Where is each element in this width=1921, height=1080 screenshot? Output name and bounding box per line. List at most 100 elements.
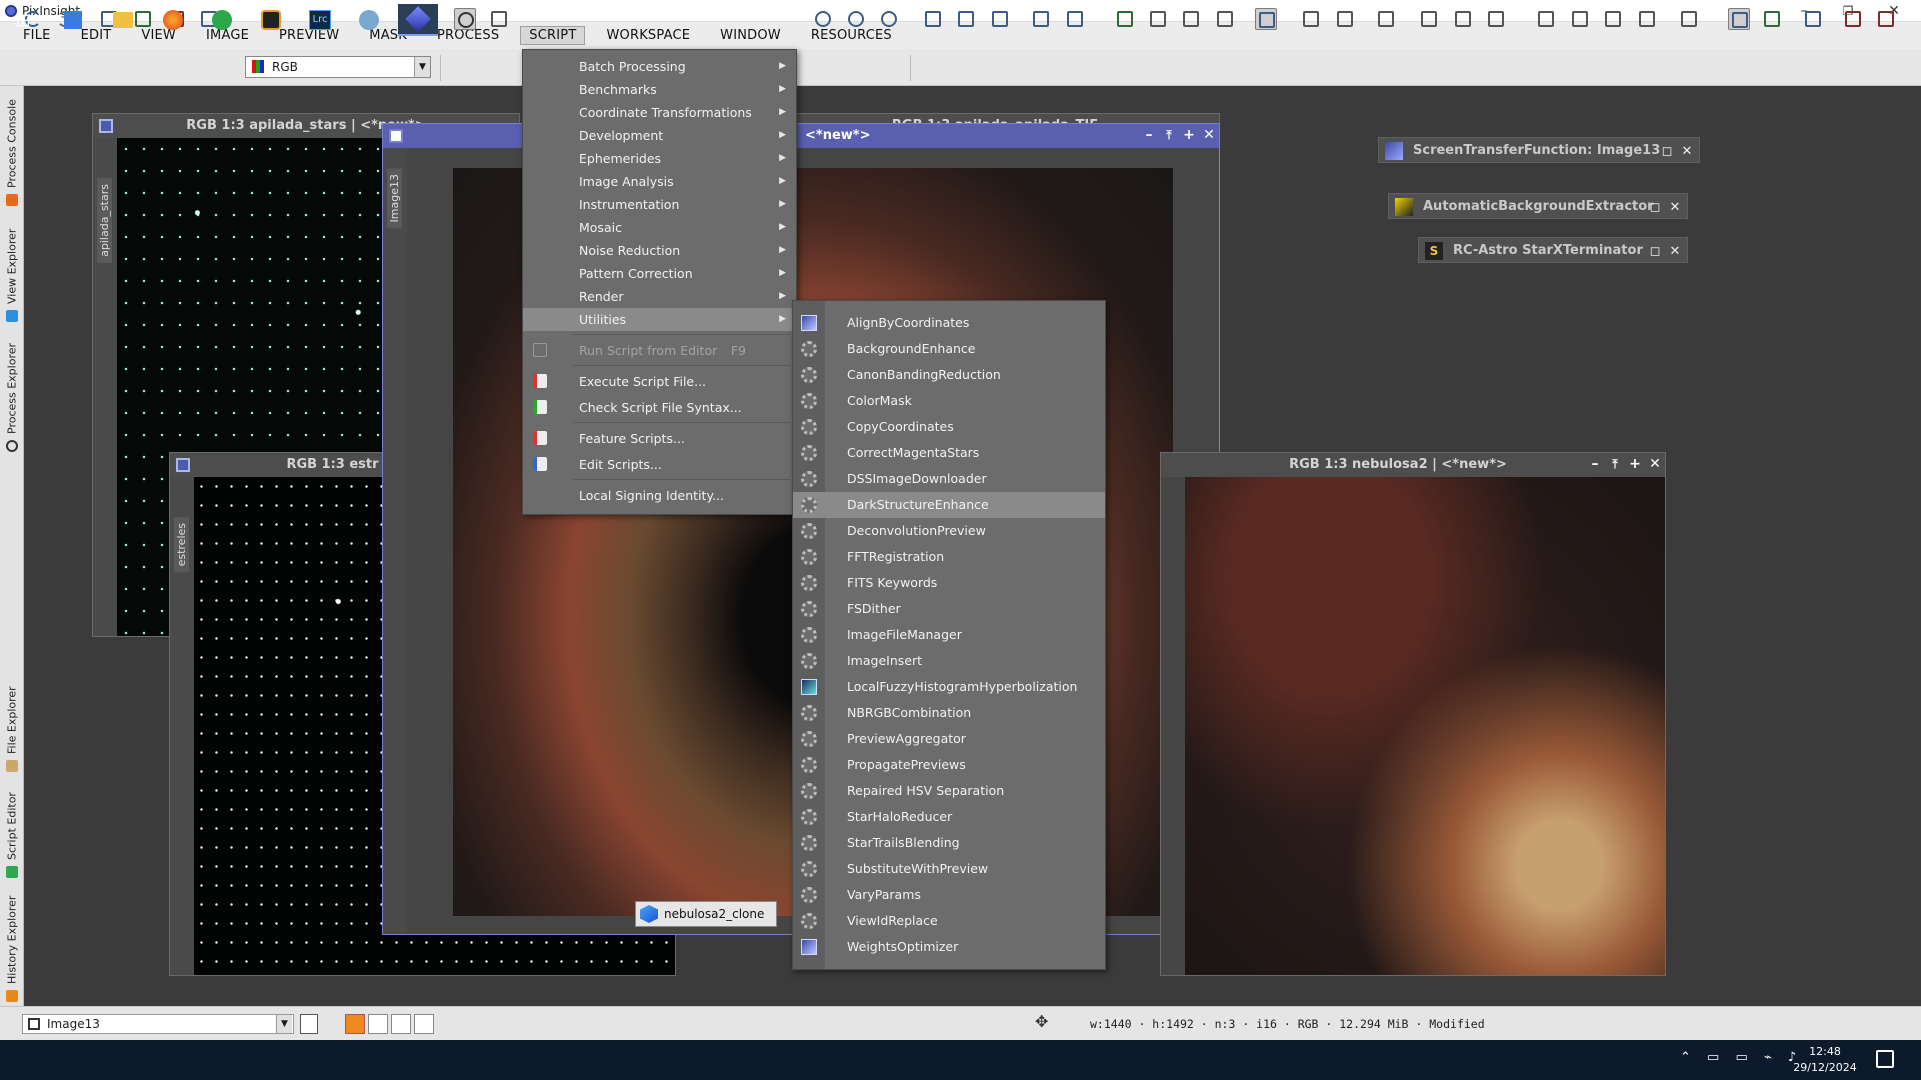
tab-file-explorer[interactable]: File Explorer: [1, 672, 23, 772]
zoom-in-icon[interactable]: [845, 8, 867, 30]
menu-item-development[interactable]: Development ▶: [523, 124, 796, 147]
stf-reset-icon[interactable]: [1334, 8, 1356, 30]
tab-history-explorer[interactable]: History Explorer: [1, 884, 23, 1002]
menu-item-nbrgbcombination[interactable]: NBRGBCombination: [793, 700, 1105, 726]
chevron-down-icon[interactable]: ▼: [276, 1015, 292, 1033]
menu-item-propagatepreviews[interactable]: PropagatePreviews: [793, 752, 1105, 778]
workspace-3-icon[interactable]: [1602, 8, 1624, 30]
menu-item-local-signing-identity[interactable]: Local Signing Identity...: [523, 484, 796, 507]
pixinsight-task-icon[interactable]: [398, 4, 438, 36]
menu-item-edit-scripts[interactable]: Edit Scripts...: [523, 453, 796, 476]
zoom-to-fit-icon[interactable]: [955, 8, 977, 30]
readout-mode-icon[interactable]: [454, 8, 476, 30]
menu-item-image-analysis[interactable]: Image Analysis ▶: [523, 170, 796, 193]
process-icon-close-button[interactable]: ✕: [1667, 239, 1683, 261]
menu-window[interactable]: WINDOW: [711, 26, 790, 45]
menu-item-imageinsert[interactable]: ImageInsert: [793, 648, 1105, 674]
menu-item-weightsoptimizer[interactable]: WeightsOptimizer: [793, 934, 1105, 960]
process-icon-close-button[interactable]: ✕: [1667, 195, 1683, 217]
menu-item-fits-keywords[interactable]: FITS Keywords: [793, 570, 1105, 596]
color-swatch[interactable]: [414, 1014, 434, 1034]
window-shade-button[interactable]: ⤒: [1607, 455, 1623, 473]
process-icon-maximize-button[interactable]: ◻: [1647, 239, 1663, 261]
show-mask-icon[interactable]: [1147, 8, 1169, 30]
process-icon-close-button[interactable]: ✕: [1679, 139, 1695, 161]
new-mask-icon[interactable]: [1114, 8, 1136, 30]
exit-icon[interactable]: [1875, 8, 1897, 30]
menu-item-previewaggregator[interactable]: PreviewAggregator: [793, 726, 1105, 752]
menu-item-pattern-correction[interactable]: Pattern Correction ▶: [523, 262, 796, 285]
pan-mode-icon[interactable]: [488, 8, 510, 30]
lightroom-icon[interactable]: Lrc: [300, 4, 340, 36]
menu-item-coordinate-transformations[interactable]: Coordinate Transformations ▶: [523, 101, 796, 124]
view-id-tab[interactable]: Image13: [387, 168, 402, 229]
menu-workspace[interactable]: WORKSPACE: [597, 26, 699, 45]
tab-script-editor[interactable]: Script Editor: [1, 778, 23, 878]
mask-color-swatch[interactable]: [345, 1014, 365, 1034]
menu-item-substitutewithpreview[interactable]: SubstituteWithPreview: [793, 856, 1105, 882]
menu-item-benchmarks[interactable]: Benchmarks ▶: [523, 78, 796, 101]
fit-window-icon[interactable]: [989, 8, 1011, 30]
chevron-down-icon[interactable]: ▼: [414, 57, 430, 77]
menu-item-feature-scripts[interactable]: Feature Scripts...: [523, 427, 796, 450]
image-window-nebulosa2[interactable]: RGB 1:3 nebulosa2 | <*new*> – ⤒ + ✕: [1160, 452, 1666, 976]
menu-item-alignbycoordinates[interactable]: AlignByCoordinates: [793, 310, 1105, 336]
process-icon-abe[interactable]: AutomaticBackgroundExtractor ◻ ✕: [1388, 193, 1688, 219]
image-canvas[interactable]: [1185, 477, 1665, 975]
monitor-icon[interactable]: [1728, 8, 1750, 30]
menu-item-varyparams[interactable]: VaryParams: [793, 882, 1105, 908]
tile-icon[interactable]: [1452, 8, 1474, 30]
window-icon[interactable]: [176, 458, 190, 472]
folder-icon[interactable]: [103, 4, 143, 36]
window-icon[interactable]: [389, 129, 403, 143]
remove-mask-icon[interactable]: [1214, 8, 1236, 30]
process-icon-maximize-button[interactable]: ◻: [1647, 195, 1663, 217]
app-green-icon[interactable]: [202, 4, 242, 36]
menu-item-check-script-syntax[interactable]: Check Script File Syntax...: [523, 396, 796, 419]
workspace-4-icon[interactable]: [1636, 8, 1658, 30]
menu-item-deconvolutionpreview[interactable]: DeconvolutionPreview: [793, 518, 1105, 544]
stf-link-icon[interactable]: [1255, 8, 1277, 30]
workspace-2-icon[interactable]: [1569, 8, 1591, 30]
fit-view-icon[interactable]: [922, 8, 944, 30]
preview-mode-button[interactable]: [300, 1014, 318, 1034]
cascade-icon[interactable]: [1485, 8, 1507, 30]
menu-item-canonbandingreduction[interactable]: CanonBandingReduction: [793, 362, 1105, 388]
window-maximize-button[interactable]: +: [1627, 455, 1643, 473]
stf-auto-icon[interactable]: [1300, 8, 1322, 30]
view-selector-combo[interactable]: Image13: [22, 1014, 294, 1034]
color-swatch[interactable]: [391, 1014, 411, 1034]
menu-item-correctmagentastars[interactable]: CorrectMagentaStars: [793, 440, 1105, 466]
menu-item-repaired-hsv-separation[interactable]: Repaired HSV Separation: [793, 778, 1105, 804]
color-swatch[interactable]: [368, 1014, 388, 1034]
close-all-icon[interactable]: [1842, 8, 1864, 30]
menu-item-run-script-from-editor[interactable]: Run Script from Editor F9: [523, 339, 796, 362]
menu-item-startrailsblending[interactable]: StarTrailsBlending: [793, 830, 1105, 856]
window-title[interactable]: <*new*>: [383, 124, 1219, 148]
firefox-icon[interactable]: [153, 4, 193, 36]
menu-item-fftregistration[interactable]: FFTRegistration: [793, 544, 1105, 570]
window-close-button[interactable]: ✕: [1647, 455, 1663, 473]
clock[interactable]: 12:48 29/12/2024: [1790, 1044, 1860, 1076]
system-tray[interactable]: ⌃ ▭ ▭ ⌁ ♪: [1680, 1050, 1802, 1065]
process-icon-starxterminator[interactable]: S RC-Astro StarXTerminator ◻ ✕: [1418, 237, 1688, 263]
menu-item-dssimagedownloader[interactable]: DSSImageDownloader: [793, 466, 1105, 492]
window-close-button[interactable]: ✕: [1201, 126, 1217, 144]
menu-item-fsdither[interactable]: FSDither: [793, 596, 1105, 622]
process-icon-maximize-button[interactable]: ◻: [1659, 139, 1675, 161]
menu-item-colormask[interactable]: ColorMask: [793, 388, 1105, 414]
menu-item-mosaic[interactable]: Mosaic ▶: [523, 216, 796, 239]
process-icon-stf[interactable]: ScreenTransferFunction: Image13 ◻ ✕: [1378, 137, 1700, 163]
menu-item-copycoordinates[interactable]: CopyCoordinates: [793, 414, 1105, 440]
menu-item-backgroundenhance[interactable]: BackgroundEnhance: [793, 336, 1105, 362]
menu-item-starhaloreducer[interactable]: StarHaloReducer: [793, 804, 1105, 830]
app-globe-icon[interactable]: [349, 4, 389, 36]
menu-item-utilities[interactable]: Utilities ▶: [523, 308, 796, 331]
window-icon[interactable]: [99, 119, 113, 133]
menu-script[interactable]: SCRIPT: [520, 26, 586, 45]
window-minimize-button[interactable]: –: [1587, 455, 1603, 473]
tab-process-console[interactable]: Process Console: [1, 88, 23, 206]
screenshot-icon[interactable]: [1761, 8, 1783, 30]
window-maximize-button[interactable]: +: [1181, 126, 1197, 144]
menu-item-execute-script-file[interactable]: Execute Script File...: [523, 370, 796, 393]
